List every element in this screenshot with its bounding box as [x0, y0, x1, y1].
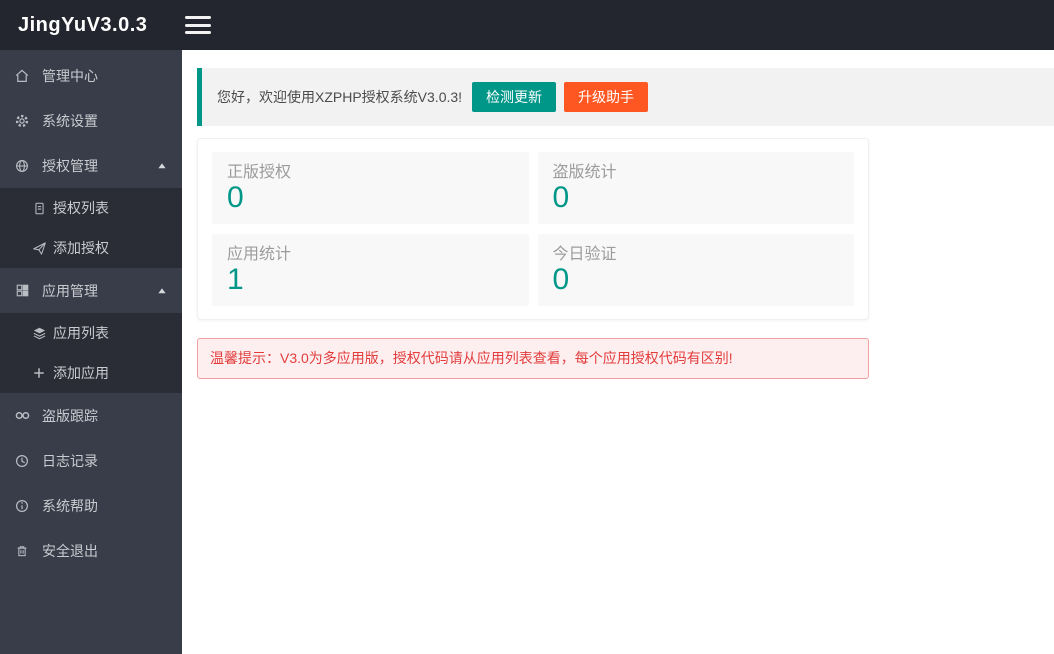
- sidebar-item-label: 安全退出: [42, 542, 98, 559]
- sidebar-item-label: 日志记录: [42, 452, 98, 469]
- sidebar-item-app-management[interactable]: 应用管理: [0, 268, 182, 313]
- sidebar-item-app-list[interactable]: 应用列表: [0, 313, 182, 353]
- app-submenu: 应用列表 添加应用: [0, 313, 182, 393]
- chevron-up-icon: [156, 160, 168, 172]
- sidebar-item-label: 应用列表: [53, 325, 109, 341]
- send-icon: [30, 241, 48, 256]
- auth-submenu: 授权列表 添加授权: [0, 188, 182, 268]
- plus-icon: [30, 366, 48, 380]
- sidebar-item-label: 授权管理: [42, 157, 98, 174]
- sidebar-item-system-settings[interactable]: 系统设置: [0, 98, 182, 143]
- app-title: JingYuV3.0.3: [18, 13, 148, 36]
- sidebar-item-add-auth[interactable]: 添加授权: [0, 228, 182, 268]
- stat-label: 盗版统计: [552, 164, 617, 181]
- sidebar: 管理中心 系统设置 授权管理 授权列表 添加授权 应用管理 应用列表 添加应用 …: [0, 50, 182, 654]
- component-icon: [12, 283, 32, 298]
- app-window: JingYuV3.0.3 管理中心 系统设置 授权管理 授权列表 添加授权 应用…: [0, 0, 1054, 654]
- sidebar-item-label: 添加授权: [53, 240, 109, 256]
- stat-label: 今日验证: [552, 246, 617, 263]
- sidebar-item-label: 系统设置: [42, 112, 98, 129]
- stat-value: 1: [227, 263, 244, 296]
- trash-icon: [12, 544, 32, 558]
- sidebar-item-system-help[interactable]: 系统帮助: [0, 483, 182, 528]
- stat-value: 0: [552, 181, 570, 214]
- welcome-banner: 您好，欢迎使用XZPHP授权系统V3.0.3! 检测更新 升级助手: [197, 68, 1054, 126]
- gear-icon: [12, 113, 32, 129]
- clock-icon: [12, 453, 32, 469]
- layers-icon: [30, 326, 48, 341]
- chevron-up-icon: [156, 285, 168, 297]
- main-content: 您好，欢迎使用XZPHP授权系统V3.0.3! 检测更新 升级助手 正版授权 0…: [182, 50, 1054, 654]
- document-icon: [30, 201, 48, 216]
- sidebar-item-label: 应用管理: [42, 282, 98, 299]
- sidebar-item-label: 系统帮助: [42, 497, 98, 514]
- upgrade-helper-button[interactable]: 升级助手: [564, 82, 649, 112]
- stat-card-app-count: 应用统计 1: [212, 234, 529, 306]
- sidebar-item-label: 授权列表: [53, 200, 109, 216]
- sidebar-item-add-app[interactable]: 添加应用: [0, 353, 182, 393]
- hamburger-icon[interactable]: [185, 15, 211, 35]
- sidebar-item-label: 盗版跟踪: [42, 407, 98, 424]
- stat-label: 正版授权: [227, 164, 292, 181]
- check-update-button[interactable]: 检测更新: [472, 82, 557, 112]
- sidebar-item-log-records[interactable]: 日志记录: [0, 438, 182, 483]
- home-icon: [12, 68, 32, 84]
- info-icon: [12, 498, 32, 514]
- welcome-message: 您好，欢迎使用XZPHP授权系统V3.0.3!: [217, 89, 463, 105]
- sidebar-item-auth-management[interactable]: 授权管理: [0, 143, 182, 188]
- stats-panel: 正版授权 0 盗版统计 0 应用统计 1 今日验证 0: [197, 138, 869, 320]
- stat-card-genuine-auth: 正版授权 0: [212, 152, 529, 224]
- sidebar-item-safe-exit[interactable]: 安全退出: [0, 528, 182, 573]
- topbar: JingYuV3.0.3: [0, 0, 1054, 50]
- sidebar-item-label: 管理中心: [42, 67, 98, 84]
- stat-label: 应用统计: [227, 246, 292, 263]
- stat-card-piracy-count: 盗版统计 0: [537, 152, 854, 224]
- notice-banner: 温馨提示：V3.0为多应用版，授权代码请从应用列表查看，每个应用授权代码有区别!: [197, 338, 869, 379]
- sidebar-item-label: 添加应用: [53, 365, 109, 381]
- infinity-icon: [12, 407, 32, 424]
- sidebar-item-admin-center[interactable]: 管理中心: [0, 53, 182, 98]
- stat-card-today-verify: 今日验证 0: [537, 234, 854, 306]
- globe-icon: [12, 158, 32, 174]
- stat-value: 0: [227, 181, 244, 214]
- sidebar-item-auth-list[interactable]: 授权列表: [0, 188, 182, 228]
- stat-value: 0: [552, 263, 570, 296]
- stats-grid: 正版授权 0 盗版统计 0 应用统计 1 今日验证 0: [212, 152, 854, 306]
- sidebar-item-piracy-tracking[interactable]: 盗版跟踪: [0, 393, 182, 438]
